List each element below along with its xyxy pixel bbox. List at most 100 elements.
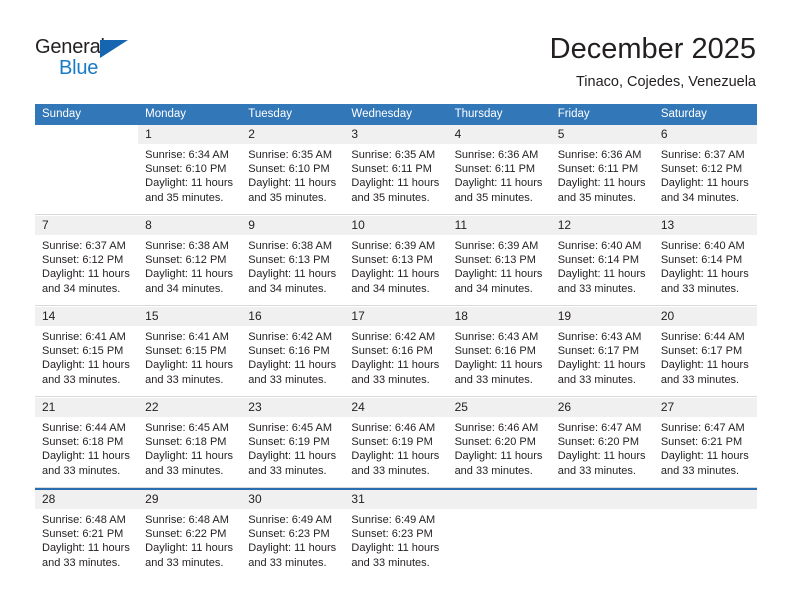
day-cell[interactable]: 5 Sunrise: 6:36 AM Sunset: 6:11 PM Daylight… <box>550 125 654 215</box>
week-separator <box>241 214 345 215</box>
daylight-text: Daylight: 11 hours and 33 minutes. <box>660 268 749 295</box>
day-details: Sunrise: 6:49 AM Sunset: 6:23 PM Daylight:… <box>241 509 344 570</box>
day-details: Sunrise: 6:49 AM Sunset: 6:23 PM Daylight:… <box>344 509 447 570</box>
day-cell[interactable]: 29 Sunrise: 6:48 AM Sunset: 6:22 PM Dayligh… <box>138 490 242 578</box>
day-number: 26 <box>550 398 654 417</box>
day-cell[interactable]: 13 Sunrise: 6:40 AM Sunset: 6:14 PM Dayligh… <box>653 216 757 306</box>
sunset-text: Sunset: 6:16 PM <box>454 345 536 358</box>
sunrise-text: Sunrise: 6:36 AM <box>557 149 642 161</box>
week-separator <box>653 396 757 397</box>
calendar-week-row: 1 Sunrise: 6:34 AM Sunset: 6:10 PM Daylight… <box>35 125 757 215</box>
day-cell[interactable]: 16 Sunrise: 6:42 AM Sunset: 6:16 PM Dayligh… <box>241 307 345 397</box>
day-number <box>35 125 139 144</box>
day-number: 13 <box>653 216 757 235</box>
daylight-text: Daylight: 11 hours and 33 minutes. <box>145 542 233 569</box>
week-separator <box>550 214 654 215</box>
day-number: 2 <box>241 125 345 144</box>
sunrise-text: Sunrise: 6:42 AM <box>248 331 333 343</box>
day-details: Sunrise: 6:40 AM Sunset: 6:14 PM Daylight:… <box>551 235 654 296</box>
sunrise-text: Sunrise: 6:45 AM <box>145 422 229 434</box>
sunset-text: Sunset: 6:12 PM <box>42 254 124 267</box>
sunset-text: Sunset: 6:21 PM <box>42 528 124 541</box>
sunset-text: Sunset: 6:11 PM <box>454 163 536 176</box>
sunrise-text: Sunrise: 6:41 AM <box>145 331 229 343</box>
daylight-text: Daylight: 11 hours and 33 minutes. <box>42 542 130 569</box>
sunrise-text: Sunrise: 6:49 AM <box>248 514 333 526</box>
sunrise-text: Sunrise: 6:38 AM <box>145 240 229 252</box>
sunset-text: Sunset: 6:16 PM <box>248 345 330 358</box>
sunset-text: Sunset: 6:14 PM <box>557 254 640 267</box>
day-cell[interactable]: 1 Sunrise: 6:34 AM Sunset: 6:10 PM Daylight… <box>138 125 242 215</box>
day-cell[interactable]: 18 Sunrise: 6:43 AM Sunset: 6:16 PM Dayligh… <box>447 307 551 397</box>
day-number: 7 <box>35 216 139 235</box>
sunrise-text: Sunrise: 6:38 AM <box>248 240 333 252</box>
calendar-week-row: 21 Sunrise: 6:44 AM Sunset: 6:18 PM Dayligh… <box>35 397 757 488</box>
day-details: Sunrise: 6:44 AM Sunset: 6:17 PM Daylight:… <box>654 326 757 387</box>
day-number: 24 <box>344 398 448 417</box>
daylight-text: Daylight: 11 hours and 33 minutes. <box>42 359 130 386</box>
day-cell[interactable]: 2 Sunrise: 6:35 AM Sunset: 6:10 PM Daylight… <box>241 125 345 215</box>
day-cell[interactable]: 8 Sunrise: 6:38 AM Sunset: 6:12 PM Daylight… <box>138 216 242 306</box>
day-cell[interactable]: 25 Sunrise: 6:46 AM Sunset: 6:20 PM Dayligh… <box>447 398 551 488</box>
logo-text-general: General <box>35 36 105 58</box>
day-cell[interactable]: 24 Sunrise: 6:46 AM Sunset: 6:19 PM Dayligh… <box>344 398 448 488</box>
week-separator <box>35 487 139 488</box>
day-cell[interactable]: 17 Sunrise: 6:42 AM Sunset: 6:16 PM Dayligh… <box>344 307 448 397</box>
day-details: Sunrise: 6:43 AM Sunset: 6:17 PM Daylight:… <box>551 326 654 387</box>
day-cell[interactable]: 26 Sunrise: 6:47 AM Sunset: 6:20 PM Dayligh… <box>550 398 654 488</box>
week-separator <box>550 487 654 488</box>
day-cell[interactable]: 30 Sunrise: 6:49 AM Sunset: 6:23 PM Dayligh… <box>241 490 345 578</box>
sunset-text: Sunset: 6:20 PM <box>454 436 536 449</box>
daylight-text: Daylight: 11 hours and 33 minutes. <box>248 542 337 569</box>
week-separator <box>653 214 757 215</box>
day-cell[interactable]: 3 Sunrise: 6:35 AM Sunset: 6:11 PM Daylight… <box>344 125 448 215</box>
day-details: Sunrise: 6:48 AM Sunset: 6:22 PM Daylight:… <box>138 509 241 570</box>
sunrise-text: Sunrise: 6:35 AM <box>248 149 333 161</box>
day-number: 3 <box>344 125 448 144</box>
week-separator <box>344 487 448 488</box>
logo-triangle-icon <box>100 40 128 58</box>
sunrise-text: Sunrise: 6:37 AM <box>42 240 126 252</box>
daylight-text: Daylight: 11 hours and 33 minutes. <box>351 450 440 477</box>
day-cell[interactable]: 12 Sunrise: 6:40 AM Sunset: 6:14 PM Dayligh… <box>550 216 654 306</box>
day-details: Sunrise: 6:43 AM Sunset: 6:16 PM Daylight:… <box>448 326 551 387</box>
sunrise-text: Sunrise: 6:46 AM <box>454 422 539 434</box>
day-cell[interactable]: 6 Sunrise: 6:37 AM Sunset: 6:12 PM Daylight… <box>653 125 757 215</box>
day-cell[interactable]: 10 Sunrise: 6:39 AM Sunset: 6:13 PM Dayligh… <box>344 216 448 306</box>
daylight-text: Daylight: 11 hours and 34 minutes. <box>145 268 233 295</box>
day-cell[interactable]: 23 Sunrise: 6:45 AM Sunset: 6:19 PM Dayligh… <box>241 398 345 488</box>
calendar-page: General Blue December 2025 Tinaco, Cojed… <box>0 0 792 612</box>
day-cell[interactable]: 22 Sunrise: 6:45 AM Sunset: 6:18 PM Dayligh… <box>138 398 242 488</box>
day-cell[interactable]: 31 Sunrise: 6:49 AM Sunset: 6:23 PM Dayligh… <box>344 490 448 578</box>
week-separator <box>447 487 551 488</box>
week-separator <box>35 305 139 306</box>
calendar-week-row: 14 Sunrise: 6:41 AM Sunset: 6:15 PM Dayligh… <box>35 306 757 397</box>
day-cell[interactable]: 7 Sunrise: 6:37 AM Sunset: 6:12 PM Daylight… <box>35 216 139 306</box>
day-cell[interactable]: 28 Sunrise: 6:48 AM Sunset: 6:21 PM Dayligh… <box>35 490 139 578</box>
day-number: 14 <box>35 307 139 326</box>
day-cell[interactable]: 11 Sunrise: 6:39 AM Sunset: 6:13 PM Dayligh… <box>447 216 551 306</box>
day-cell-empty <box>35 125 139 215</box>
day-cell[interactable]: 27 Sunrise: 6:47 AM Sunset: 6:21 PM Dayligh… <box>653 398 757 488</box>
daylight-text: Daylight: 11 hours and 35 minutes. <box>145 177 233 204</box>
sunrise-text: Sunrise: 6:36 AM <box>454 149 539 161</box>
day-cell[interactable]: 15 Sunrise: 6:41 AM Sunset: 6:15 PM Dayligh… <box>138 307 242 397</box>
day-details: Sunrise: 6:42 AM Sunset: 6:16 PM Daylight:… <box>241 326 344 387</box>
day-cell[interactable]: 9 Sunrise: 6:38 AM Sunset: 6:13 PM Daylight… <box>241 216 345 306</box>
day-cell[interactable]: 21 Sunrise: 6:44 AM Sunset: 6:18 PM Dayligh… <box>35 398 139 488</box>
day-cell[interactable]: 14 Sunrise: 6:41 AM Sunset: 6:15 PM Dayligh… <box>35 307 139 397</box>
day-details: Sunrise: 6:47 AM Sunset: 6:20 PM Daylight:… <box>551 417 654 478</box>
day-cell[interactable]: 19 Sunrise: 6:43 AM Sunset: 6:17 PM Dayligh… <box>550 307 654 397</box>
day-details: Sunrise: 6:45 AM Sunset: 6:19 PM Daylight:… <box>241 417 344 478</box>
day-details: Sunrise: 6:38 AM Sunset: 6:12 PM Daylight:… <box>138 235 241 296</box>
daylight-text: Daylight: 11 hours and 33 minutes. <box>557 268 646 295</box>
day-cell[interactable]: 4 Sunrise: 6:36 AM Sunset: 6:11 PM Daylight… <box>447 125 551 215</box>
day-number: 30 <box>241 490 345 509</box>
title-block: December 2025 Tinaco, Cojedes, Venezuela <box>550 32 756 91</box>
day-cell-empty <box>550 490 654 578</box>
day-details: Sunrise: 6:47 AM Sunset: 6:21 PM Daylight:… <box>654 417 757 478</box>
daylight-text: Daylight: 11 hours and 33 minutes. <box>454 359 543 386</box>
week-separator <box>447 305 551 306</box>
sunset-text: Sunset: 6:11 PM <box>351 163 432 176</box>
day-cell[interactable]: 20 Sunrise: 6:44 AM Sunset: 6:17 PM Dayligh… <box>653 307 757 397</box>
